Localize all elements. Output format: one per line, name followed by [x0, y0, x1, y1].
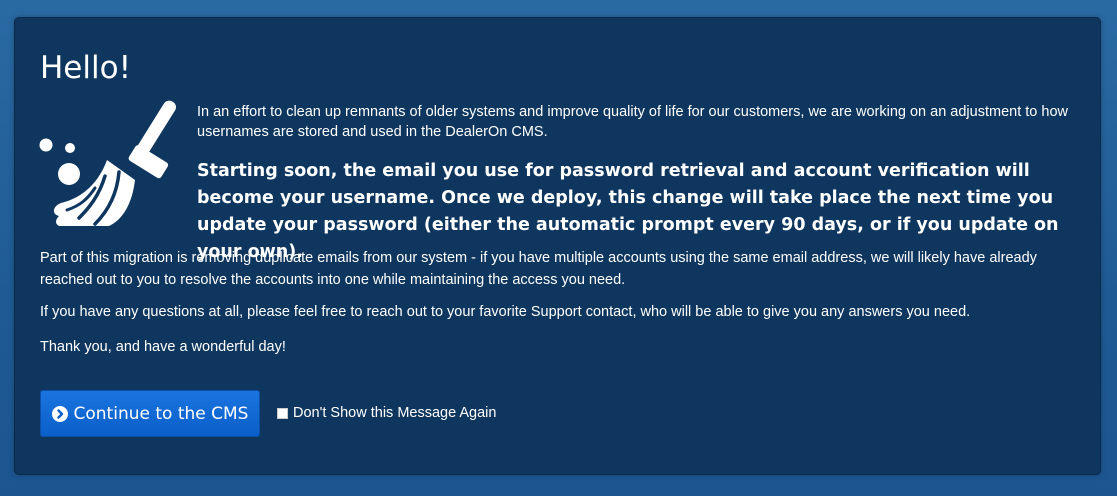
- chevron-circle-right-icon: [51, 405, 68, 422]
- continue-button-label: Continue to the CMS: [73, 403, 249, 424]
- dialog-title: Hello!: [40, 50, 132, 86]
- support-paragraph: If you have any questions at all, please…: [40, 304, 971, 320]
- migration-paragraph: Part of this migration is removing dupli…: [40, 250, 1037, 288]
- continue-to-cms-button[interactable]: Continue to the CMS: [40, 390, 260, 437]
- message-dialog: Hello! In an effort to clean up remnants…: [14, 17, 1101, 475]
- broom-icon: [37, 100, 177, 230]
- dont-show-again-checkbox[interactable]: [277, 407, 288, 419]
- thank-you-paragraph: Thank you, and have a wonderful day!: [40, 339, 286, 355]
- dont-show-again-label: Don't Show this Message Again: [293, 405, 497, 421]
- dont-show-again-option[interactable]: Don't Show this Message Again: [277, 404, 496, 422]
- intro-text: In an effort to clean up remnants of old…: [197, 104, 1068, 140]
